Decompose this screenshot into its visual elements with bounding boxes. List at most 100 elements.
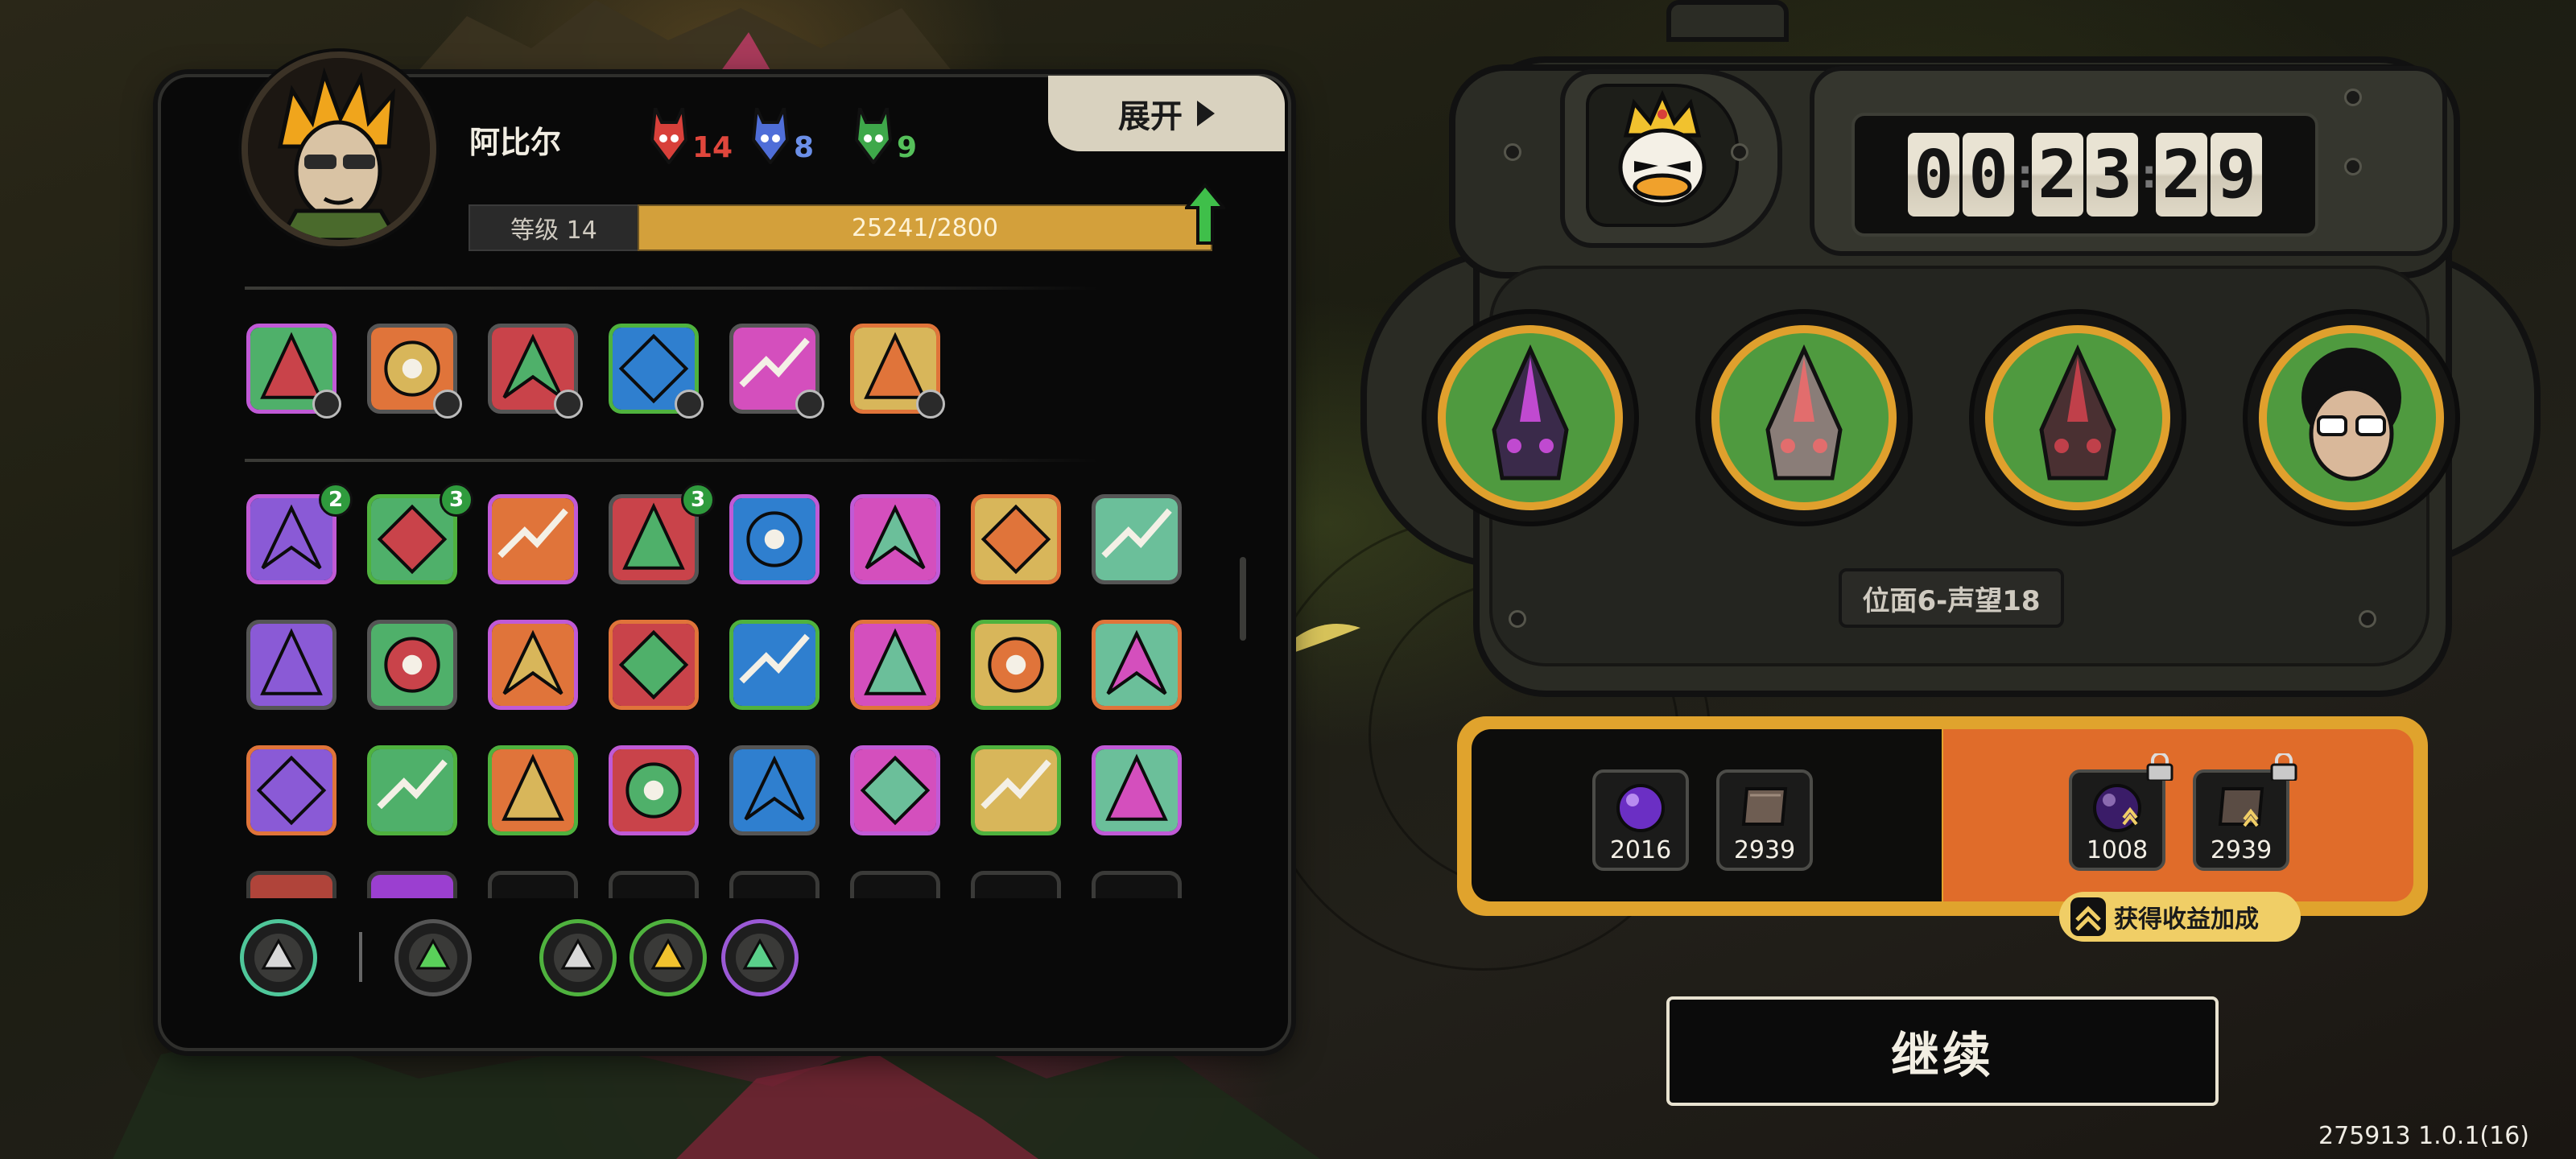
timer-seconds-tens: 2 — [2156, 133, 2207, 217]
skill-tile[interactable] — [729, 745, 819, 835]
element-badge-icon — [916, 390, 945, 419]
bottom-tab[interactable] — [630, 919, 707, 996]
crowned-duck-icon — [1618, 89, 1707, 207]
timer-hours-ones: 0 — [1963, 133, 2014, 217]
book-icon — [2218, 787, 2264, 827]
blue-mask-icon — [752, 108, 789, 164]
element-badge-icon — [433, 390, 462, 419]
run-timer: 0 0 : 2 3 : 2 9 — [1852, 113, 2318, 237]
skill-tile[interactable] — [609, 620, 699, 710]
skill-tile-clipped[interactable] — [850, 871, 940, 898]
character-avatar[interactable] — [242, 52, 436, 246]
reward-value: 2939 — [1733, 836, 1796, 864]
screw — [1504, 143, 1521, 161]
bottom-tab[interactable] — [539, 919, 617, 996]
scrollbar-thumb[interactable] — [1240, 557, 1246, 641]
skill-tile[interactable] — [246, 745, 336, 835]
skill-tile[interactable] — [1092, 620, 1182, 710]
element-badge-icon — [675, 390, 704, 419]
skill-tile[interactable] — [609, 745, 699, 835]
element-badge-icon — [312, 390, 341, 419]
timer-minutes-ones: 3 — [2087, 133, 2138, 217]
skill-tile[interactable] — [367, 745, 457, 835]
skill-tile-clipped[interactable] — [729, 871, 819, 898]
skill-tile-clipped[interactable] — [971, 871, 1061, 898]
stage-label: 位面6-声望18 — [1839, 568, 2064, 628]
red-mask-icon — [650, 108, 687, 164]
team-slot[interactable] — [1969, 309, 2186, 526]
bonus-item-book[interactable]: 2939 — [2193, 769, 2289, 871]
bottom-tab[interactable] — [721, 919, 799, 996]
expand-button[interactable]: 展开 — [1048, 76, 1285, 151]
dark-spike-monster-icon — [1438, 325, 1623, 510]
machine-knob — [1666, 0, 1789, 42]
skill-tile[interactable] — [729, 494, 819, 584]
skill-tile[interactable] — [850, 494, 940, 584]
lock-icon — [2270, 753, 2297, 781]
red-token-count: 14 — [650, 108, 733, 164]
reward-item-orb[interactable]: 2016 — [1592, 769, 1689, 871]
stack-count-badge: 2 — [319, 483, 353, 517]
element-badge-icon — [795, 390, 824, 419]
green-mask-icon — [855, 108, 892, 164]
skill-tile[interactable] — [971, 745, 1061, 835]
lock-icon — [2146, 753, 2174, 781]
skill-tile[interactable] — [488, 494, 578, 584]
purple-orb-icon — [1616, 784, 1665, 832]
skill-tile[interactable] — [850, 620, 940, 710]
timer-separator: : — [2017, 152, 2033, 197]
skill-tile[interactable] — [246, 620, 336, 710]
team-slot[interactable] — [2243, 309, 2460, 526]
level-label: 等级 14 — [469, 204, 639, 251]
screw — [2359, 610, 2376, 628]
triangle-gem-icon — [543, 923, 613, 992]
blue-token-value: 8 — [794, 131, 815, 164]
skill-tile[interactable] — [971, 494, 1061, 584]
purple-orb-icon — [2093, 784, 2141, 832]
element-badge-icon — [554, 390, 583, 419]
skill-tile[interactable] — [1092, 745, 1182, 835]
character-name: 阿比尔 — [469, 125, 562, 160]
continue-button[interactable]: 继续 — [1666, 996, 2219, 1106]
tag-icon — [244, 923, 313, 992]
skill-tile[interactable] — [488, 620, 578, 710]
green-chain-icon — [398, 923, 468, 992]
timer-separator: : — [2141, 152, 2157, 197]
skill-tile-clipped[interactable] — [367, 871, 457, 898]
skill-tile[interactable] — [1092, 494, 1182, 584]
skill-tile-clipped[interactable] — [488, 871, 578, 898]
timer-minutes-tens: 2 — [2032, 133, 2083, 217]
reward-value: 2016 — [1609, 836, 1672, 864]
skill-tile[interactable] — [850, 745, 940, 835]
bottom-tab[interactable] — [394, 919, 472, 996]
level-up-arrow-icon[interactable] — [1185, 184, 1225, 245]
skill-tile[interactable] — [367, 620, 457, 710]
book-icon — [1741, 787, 1788, 826]
stack-count-badge: 3 — [681, 483, 715, 517]
boss-portrait[interactable] — [1586, 84, 1739, 227]
reward-value: 2939 — [2210, 836, 2273, 864]
bonus-item-orb[interactable]: 1008 — [2069, 769, 2165, 871]
gold-crown-gem-icon — [634, 923, 703, 992]
screw — [2344, 158, 2362, 175]
skill-tile-clipped[interactable] — [246, 871, 336, 898]
heart-gem-icon — [725, 923, 795, 992]
armored-beast-icon — [1711, 325, 1897, 510]
hero-portrait-icon — [248, 58, 430, 240]
skill-tile[interactable] — [971, 620, 1061, 710]
bonus-income-button[interactable]: 获得收益加成 — [2059, 892, 2301, 942]
red-token-value: 14 — [692, 131, 733, 164]
skill-tile-clipped[interactable] — [609, 871, 699, 898]
version-text: 275913 1.0.1(16) — [2318, 1122, 2529, 1150]
team-slot[interactable] — [1695, 309, 1913, 526]
skill-tile[interactable] — [729, 620, 819, 710]
team-slot[interactable] — [1422, 309, 1639, 526]
screw — [2344, 89, 2362, 106]
bottom-tab[interactable] — [240, 919, 317, 996]
section-divider — [245, 287, 1098, 290]
skill-tile[interactable] — [488, 745, 578, 835]
bonus-reward-area — [1943, 729, 2413, 901]
skill-tile-clipped[interactable] — [1092, 871, 1182, 898]
reward-item-book[interactable]: 2939 — [1716, 769, 1813, 871]
bonus-income-label: 获得收益加成 — [2114, 905, 2259, 934]
